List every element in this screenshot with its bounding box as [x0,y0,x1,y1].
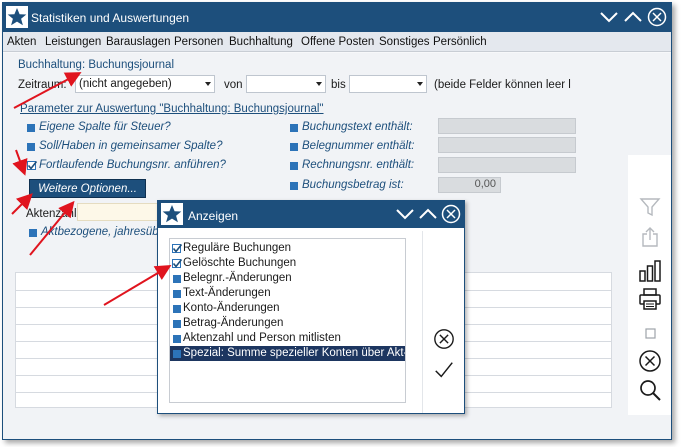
printer-icon[interactable] [638,287,662,311]
aktbezogen-option[interactable]: Aktbezogene, jahresübe [41,226,165,238]
unchecked-marker-icon[interactable] [173,290,181,298]
close-icon[interactable] [647,7,667,27]
star-logo-icon [161,203,183,225]
aktenzahl-label: Aktenzahl [26,208,77,220]
checkbox-fortlaufende-buchungsnr[interactable] [27,161,38,170]
list-item-label: Gelöschte Buchungen [183,257,297,269]
dialog-title-bar: Anzeigen [158,201,464,228]
menu-personen[interactable]: Personen [174,36,223,48]
anzeigen-list[interactable]: Reguläre Buchungen Gelöschte Buchungen B… [169,238,406,403]
von-date-select[interactable] [246,75,326,93]
option-fortlaufende-buchungsnr[interactable]: Fortlaufende Buchungsnr. anführen? [39,159,226,171]
list-item-aktenzahl-person[interactable]: Aktenzahl und Person mitlisten [170,331,405,346]
list-item-label: Konto-Änderungen [183,302,280,314]
chevron-down-icon[interactable] [599,7,619,27]
chevron-down-icon[interactable] [395,204,415,224]
checkbox-checked[interactable] [172,259,183,268]
right-toolbar [628,155,671,415]
unchecked-marker-icon[interactable] [173,320,181,328]
window-title: Statistiken und Auswertungen [31,11,190,25]
close-icon[interactable] [441,204,461,224]
anzeigen-dialog: Anzeigen Reguläre Buchungen Gelöschte Bu… [157,200,465,414]
star-logo-icon [6,6,28,28]
chevron-up-icon[interactable] [623,7,643,27]
menu-sonstiges[interactable]: Sonstiges [379,36,430,48]
menu-offene-posten[interactable]: Offene Posten [301,36,374,48]
weitere-optionen-button[interactable]: Weitere Optionen... [29,179,146,198]
list-item-label: Aktenzahl und Person mitlisten [183,332,341,344]
circle-x-icon[interactable] [638,349,662,373]
option-marker-icon [290,143,298,151]
dropdown-arrow-icon [316,82,322,86]
list-item-label: Spezial: Summe spezieller Konten über Ak… [183,347,405,359]
belegnummer-label: Belegnummer enthält: [302,140,415,152]
chart-icon[interactable] [638,259,662,283]
rechnungsnr-label: Rechnungsnr. enthält: [302,159,415,171]
list-item-label: Text-Änderungen [183,287,271,299]
list-item-betrag-aenderungen[interactable]: Betrag-Änderungen [170,316,405,331]
zeitraum-select[interactable]: (nicht angegeben) [75,75,215,93]
params-heading[interactable]: Parameter zur Auswertung "Buchhaltung: B… [20,103,324,115]
checkbox-checked[interactable] [172,244,183,253]
buchungstext-label: Buchungstext enthält: [302,121,413,133]
option-marker-icon [27,124,35,132]
zeitraum-label: Zeitraum: [18,79,67,91]
chevron-up-icon[interactable] [418,204,438,224]
dropdown-arrow-icon [205,82,211,86]
list-item-label: Betrag-Änderungen [183,317,284,329]
list-item-konto-aenderungen[interactable]: Konto-Änderungen [170,301,405,316]
export-icon[interactable] [638,225,662,249]
square-icon[interactable] [638,321,662,345]
option-soll-haben[interactable]: Soll/Haben in gemeinsamer Spalte? [39,140,222,152]
unchecked-marker-icon[interactable] [173,335,181,343]
dropdown-arrow-icon [417,82,423,86]
option-marker-icon [29,229,37,237]
buchungsbetrag-field[interactable]: 0,00 [438,177,501,193]
date-hint: (beide Felder können leer l [434,79,571,91]
list-item-text-aenderungen[interactable]: Text-Änderungen [170,286,405,301]
menu-persoenlich[interactable]: Persönlich [433,36,487,48]
option-marker-icon [290,124,298,132]
option-marker-icon [290,162,298,170]
buchungstext-field[interactable] [438,118,576,134]
unchecked-marker-icon[interactable] [173,275,181,283]
zeitraum-value: (nicht angegeben) [79,78,172,90]
checkmark-icon[interactable] [433,359,455,381]
dialog-title: Anzeigen [188,209,239,223]
menu-barauslagen[interactable]: Barauslagen [106,36,171,48]
list-item-label: Belegnr.-Änderungen [183,272,292,284]
buchungsbetrag-label: Buchungsbetrag ist: [302,179,404,191]
filter-icon[interactable] [638,195,662,219]
menu-akten[interactable]: Akten [7,36,36,48]
option-marker-icon [27,143,35,151]
circle-x-icon[interactable] [433,328,455,350]
list-item-spezial-summe[interactable]: Spezial: Summe spezieller Konten über Ak… [170,346,405,361]
list-item-regulaere-buchungen[interactable]: Reguläre Buchungen [170,241,405,256]
belegnummer-field[interactable] [438,137,576,153]
unchecked-marker-icon[interactable] [173,305,181,313]
rechnungsnr-field[interactable] [438,157,576,173]
aktenzahl-input[interactable] [77,203,163,221]
menu-leistungen[interactable]: Leistungen [45,36,101,48]
option-marker-icon [290,182,298,190]
report-heading: Buchhaltung: Buchungsjournal [18,59,175,71]
list-item-geloeschte-buchungen[interactable]: Gelöschte Buchungen [170,256,405,271]
search-icon[interactable] [638,378,662,402]
title-bar: Statistiken und Auswertungen [3,3,671,32]
dialog-actions [422,231,462,413]
option-eigene-spalte-steuer[interactable]: Eigene Spalte für Steuer? [39,121,171,133]
list-item-belegnr-aenderungen[interactable]: Belegnr.-Änderungen [170,271,405,286]
von-label: von [224,79,243,91]
unchecked-marker-icon[interactable] [173,350,181,358]
menu-bar: Akten Leistungen Barauslagen Personen Bu… [3,32,671,52]
list-item-label: Reguläre Buchungen [183,242,292,254]
bis-date-select[interactable] [349,75,427,93]
bis-label: bis [331,79,346,91]
menu-buchhaltung[interactable]: Buchhaltung [229,36,293,48]
